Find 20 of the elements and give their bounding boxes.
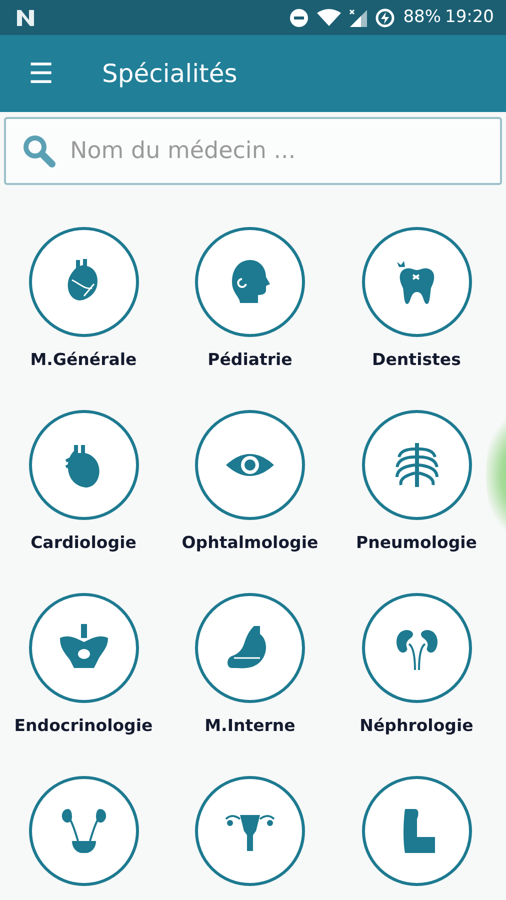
battery-icon xyxy=(375,8,396,28)
specialty-label: Pédiatrie xyxy=(208,349,292,371)
search-icon xyxy=(22,134,56,168)
specialty-label: Cardiologie xyxy=(30,532,136,554)
search-field[interactable]: Nom du médecin ... xyxy=(4,117,502,185)
menu-button[interactable]: ☰ xyxy=(24,60,58,88)
specialty-label: M.Interne xyxy=(204,715,296,737)
signal-icon xyxy=(349,8,368,26)
wifi-icon xyxy=(317,8,342,26)
do-not-disturb-icon xyxy=(289,8,310,28)
notification-icon xyxy=(16,8,36,26)
specialty-label: Endocrinologie xyxy=(14,715,153,737)
specialty-label: Ophtalmologie xyxy=(182,532,318,554)
specialty-label: Dentistes xyxy=(372,349,461,371)
specialty-label: M.Générale xyxy=(30,349,137,371)
screen-title: Spécialités xyxy=(102,58,238,90)
battery-level: 88% xyxy=(403,6,441,29)
specialty-label: Néphrologie xyxy=(360,715,474,737)
specialty-label: Pneumologie xyxy=(356,532,477,554)
status-time: 19:20 xyxy=(445,6,494,29)
